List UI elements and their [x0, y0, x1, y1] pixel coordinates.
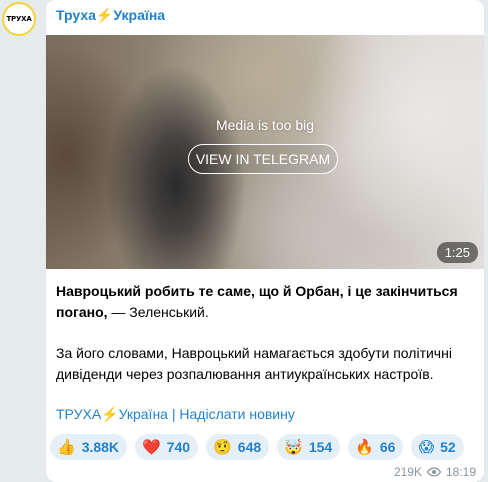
footer-channel-suffix: Україна — [118, 406, 168, 422]
heart-icon: ❤️ — [142, 438, 161, 456]
reaction-screaming-face[interactable]: 😱 52 — [411, 434, 464, 460]
video-preview[interactable]: Media is too big VIEW IN TELEGRAM 1:25 — [46, 35, 484, 269]
reaction-thumbs-up[interactable]: 👍 3.88K — [50, 434, 128, 460]
media-too-big-message: Media is too big — [215, 117, 315, 133]
post-body: За його словами, Навроцький намагається … — [56, 345, 452, 382]
fire-icon: 🔥 — [355, 438, 374, 456]
reaction-count: 648 — [237, 439, 262, 455]
channel-name[interactable]: Труха⚡Україна — [56, 7, 165, 24]
post-footer: ТРУХА⚡Україна | Надіслати новину — [56, 406, 295, 423]
channel-name-prefix: Труха — [56, 7, 96, 23]
channel-avatar-icon: ТРУХА — [6, 15, 32, 23]
post-headline-rest: — Зеленський. — [107, 304, 209, 320]
reaction-raised-eyebrow[interactable]: 🤨 648 — [206, 434, 270, 460]
reactions-bar: 👍 3.88K ❤️ 740 🤨 648 🤯 154 🔥 66 😱 52 — [50, 434, 464, 460]
reaction-count: 154 — [308, 439, 333, 455]
reaction-count: 66 — [379, 439, 396, 455]
footer-channel-prefix: ТРУХА — [56, 406, 102, 422]
view-in-telegram-button[interactable]: VIEW IN TELEGRAM — [188, 144, 338, 174]
reaction-heart[interactable]: ❤️ 740 — [135, 434, 199, 460]
message-meta: 219K 18:19 — [394, 465, 476, 479]
message-time: 18:19 — [445, 465, 476, 479]
reaction-exploding-head[interactable]: 🤯 154 — [277, 434, 341, 460]
reaction-count: 740 — [166, 439, 191, 455]
post-headline: Навроцький робить те саме, що й Орбан, і… — [56, 281, 474, 323]
reaction-fire[interactable]: 🔥 66 — [348, 434, 404, 460]
submit-news-link[interactable]: Надіслати новину — [179, 406, 294, 422]
footer-lightning-icon: ⚡ — [101, 406, 119, 422]
footer-separator: | — [167, 406, 180, 422]
channel-avatar[interactable]: ТРУХА — [2, 2, 36, 36]
thumbs-up-icon: 👍 — [57, 438, 76, 456]
view-count: 219K — [393, 465, 422, 479]
screaming-face-icon: 😱 — [418, 438, 435, 456]
reaction-count: 3.88K — [81, 439, 120, 455]
message-bubble: Труха⚡Україна Media is too big VIEW IN T… — [46, 0, 484, 482]
reaction-count: 52 — [440, 439, 456, 455]
post-text: Навроцький робить те саме, що й Орбан, і… — [56, 281, 474, 385]
lightning-icon: ⚡ — [95, 7, 114, 23]
raised-eyebrow-icon: 🤨 — [213, 438, 232, 456]
footer-channel-link[interactable]: ТРУХА⚡Україна — [56, 406, 168, 422]
channel-name-suffix: Україна — [113, 7, 166, 23]
eye-icon — [426, 467, 441, 477]
exploding-head-icon: 🤯 — [284, 438, 303, 456]
video-duration-badge: 1:25 — [436, 242, 478, 263]
